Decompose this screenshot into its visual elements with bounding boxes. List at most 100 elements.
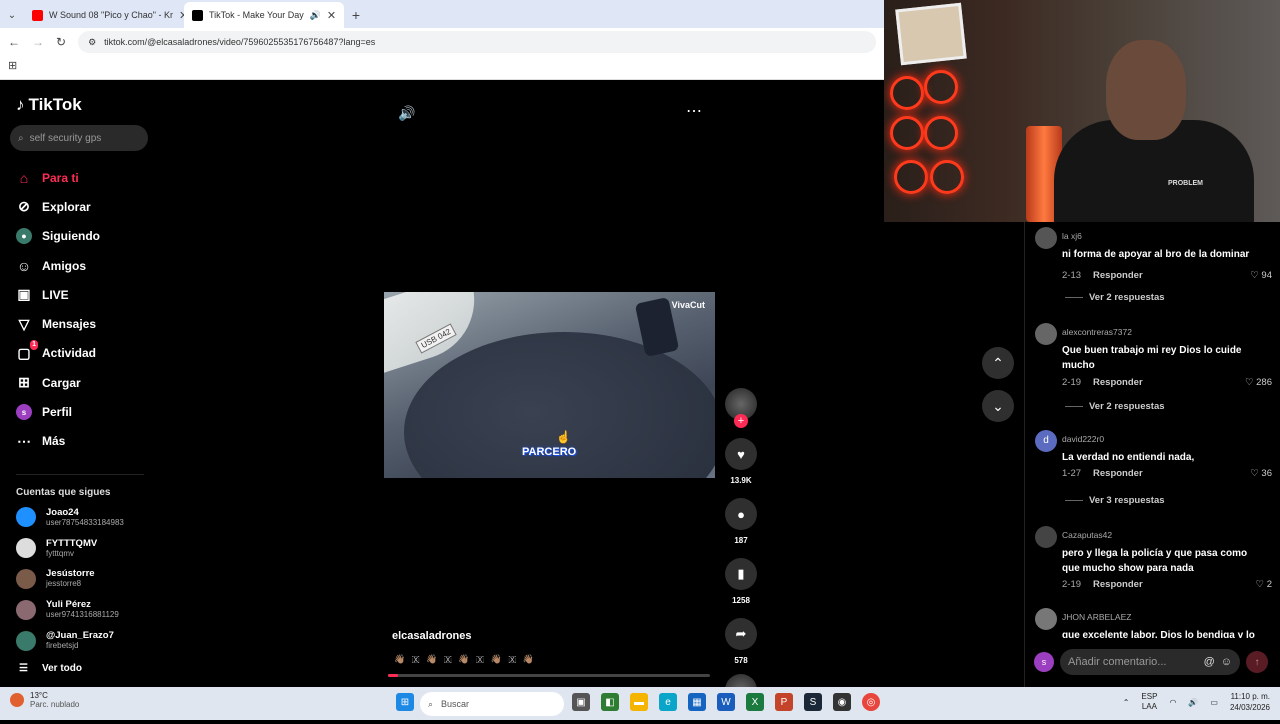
nav-item-live[interactable]: ▣ LIVE (16, 280, 160, 309)
tiktok-logo[interactable]: ♪ TikTok (16, 95, 160, 115)
volume-tray-icon[interactable]: 🔊 (1188, 698, 1198, 707)
powerpoint-icon[interactable]: P (775, 693, 793, 711)
wifi-icon[interactable]: ◠ (1169, 698, 1176, 707)
forward-icon[interactable]: → (32, 35, 44, 49)
see-all-link[interactable]: ☰ Ver todo (16, 656, 160, 682)
steam-icon[interactable]: S (804, 693, 822, 711)
close-tab-icon[interactable]: ✕ (327, 9, 336, 22)
language-indicator[interactable]: ESP LAA (1141, 692, 1157, 712)
following-account[interactable]: @Juan_Erazo7 firebetsjd (16, 625, 160, 656)
nav-item-cargar[interactable]: ⊞ Cargar (16, 368, 160, 397)
volume-icon[interactable]: 🔊 (398, 105, 415, 122)
view-replies-link[interactable]: Ver 3 respuestas (1065, 495, 1165, 506)
reply-button[interactable]: Responder (1093, 468, 1143, 479)
comment-user[interactable]: david222r0 (1062, 434, 1104, 444)
send-button[interactable]: ↑ (1246, 651, 1268, 673)
comment-text: Que buen trabajo mi rey Dios lo cuide mu… (1062, 345, 1242, 371)
view-replies-link[interactable]: Ver 2 respuestas (1065, 401, 1165, 412)
avatar[interactable] (1035, 526, 1057, 548)
comment-text: La verdad no entiendi nada, (1062, 452, 1195, 463)
nav-item-para-ti[interactable]: ⌂ Para ti (16, 163, 160, 192)
nav-item-mensajes[interactable]: ▽ Mensajes (16, 309, 160, 338)
share-button[interactable]: ➦ (725, 618, 757, 650)
account-user: firebetsjd (46, 641, 79, 651)
nav-item-mas[interactable]: ⋯ Más (16, 427, 160, 456)
comment-like-button[interactable]: ♡ 286 (1245, 377, 1272, 388)
avatar[interactable] (1035, 227, 1057, 249)
tab-list-icon[interactable]: ⌄ (0, 10, 24, 21)
video-author[interactable]: elcasaladrones (392, 630, 472, 642)
reply-button[interactable]: Responder (1093, 270, 1143, 281)
account-name: @Juan_Erazo7 (46, 630, 114, 642)
chrome-icon[interactable]: ◎ (862, 693, 880, 711)
video-player[interactable]: USB 042 VivaCut PARCERO ☝ (384, 292, 715, 478)
avatar[interactable] (1035, 608, 1057, 630)
account-user: jesstorre8 (46, 579, 82, 589)
tab-tiktok[interactable]: TikTok - Make Your Day 🔊 ✕ (184, 2, 344, 28)
nav-item-explorar[interactable]: ⊘ Explorar (16, 192, 160, 221)
comment-input[interactable]: Añadir comentario... @ ☺ (1060, 649, 1240, 675)
file-explorer-icon[interactable]: ▬ (630, 693, 648, 711)
nav-label: Amigos (42, 258, 87, 273)
comment-like-button[interactable]: ♡ 2 (1256, 579, 1272, 590)
search-input[interactable]: ⌕ self security gps (10, 125, 148, 151)
apps-icon[interactable]: ⊞ (8, 60, 17, 72)
following-account[interactable]: Yuli Pérez user9741316881129 (16, 594, 160, 625)
task-view-icon[interactable]: ▣ (572, 693, 590, 711)
comment-meta: 1-27 Responder ♡ 36 (1062, 468, 1272, 479)
creator-avatar[interactable]: + (725, 388, 757, 428)
avatar[interactable] (1035, 323, 1057, 345)
reload-icon[interactable]: ↻ (56, 35, 66, 49)
widgets-icon[interactable]: ◧ (601, 693, 619, 711)
nav-item-amigos[interactable]: ☺ Amigos (16, 251, 160, 280)
address-bar[interactable]: ⚙ tiktok.com/@elcasaladrones/video/75960… (78, 31, 876, 53)
edge-icon[interactable]: e (659, 693, 677, 711)
weather-widget[interactable]: 13°C Parc. nublado (10, 691, 79, 709)
following-account[interactable]: FYTTTQMV fytttqmv (16, 533, 160, 564)
save-button[interactable]: ▮ (725, 558, 757, 590)
date: 24/03/2026 (1229, 703, 1270, 712)
taskbar-search[interactable]: ⌕ Buscar (420, 692, 564, 716)
speaker-tab-icon[interactable]: 🔊 (310, 10, 321, 21)
emoji-icon[interactable]: ☺ (1221, 656, 1232, 668)
new-tab-button[interactable]: + (344, 7, 368, 23)
like-button[interactable]: ♥ (725, 438, 757, 470)
comment-user[interactable]: JHON ARBELAEZ (1062, 612, 1131, 622)
mention-icon[interactable]: @ (1204, 656, 1215, 668)
store-icon[interactable]: ▦ (688, 693, 706, 711)
nav-item-perfil[interactable]: s Perfil (16, 397, 160, 426)
nav-label: Explorar (42, 199, 91, 214)
reply-button[interactable]: Responder (1093, 579, 1143, 590)
previous-video-button[interactable]: ⌃ (982, 347, 1014, 379)
tray-overflow-icon[interactable]: ⌃ (1123, 698, 1130, 707)
back-icon[interactable]: ← (8, 35, 20, 49)
comment-user[interactable]: la xj6 (1062, 231, 1082, 241)
clock[interactable]: 11:10 p. m. 24/03/2026 (1230, 691, 1270, 713)
video-progress[interactable] (388, 674, 710, 677)
game-app-icon[interactable]: ◉ (833, 693, 851, 711)
windows-start-icon[interactable]: ⊞ (396, 693, 414, 711)
avatar[interactable]: d (1035, 430, 1057, 452)
comment-user[interactable]: Cazaputas42 (1062, 530, 1112, 540)
following-account[interactable]: Jesústorre jesstorre8 (16, 564, 160, 595)
comment-meta: 2-19 Responder ♡ 286 (1062, 377, 1272, 388)
next-video-button[interactable]: ⌄ (982, 390, 1014, 422)
comment-button[interactable]: ● (725, 498, 757, 530)
nav-item-siguiendo[interactable]: ● Siguiendo (16, 222, 160, 251)
tab-youtube[interactable]: W Sound 08 "Pico y Chao" - Kr ✕ (24, 2, 184, 28)
word-icon[interactable]: W (717, 693, 735, 711)
comment-like-button[interactable]: ♡ 36 (1250, 468, 1272, 479)
view-replies-link[interactable]: Ver 2 respuestas (1065, 292, 1165, 303)
system-tray: ⌃ ESP LAA ◠ 🔊 ▭ 11:10 p. m. 24/03/2026 (1123, 691, 1270, 713)
more-options-icon[interactable]: ⋯ (686, 101, 702, 121)
site-info-icon[interactable]: ⚙ (88, 37, 96, 48)
comment-user[interactable]: alexcontreras7372 (1062, 327, 1132, 337)
comment-meta: 2-13 Responder ♡ 94 (1062, 270, 1272, 281)
following-account[interactable]: Joao24 user78754833184983 (16, 502, 160, 533)
reply-button[interactable]: Responder (1093, 377, 1143, 388)
excel-icon[interactable]: X (746, 693, 764, 711)
battery-icon[interactable]: ▭ (1210, 698, 1218, 707)
nav-item-actividad[interactable]: ▢ 1 Actividad (16, 339, 160, 368)
comment-like-button[interactable]: ♡ 94 (1250, 270, 1272, 281)
follow-plus-icon[interactable]: + (734, 414, 748, 428)
